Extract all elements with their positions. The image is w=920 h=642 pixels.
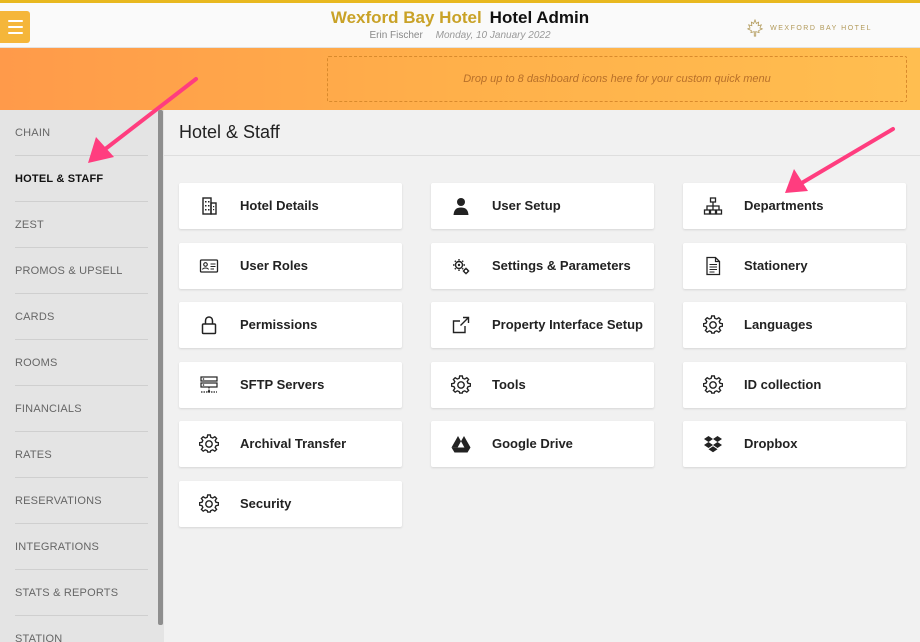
google-drive-icon — [451, 434, 471, 454]
tile-languages[interactable]: Languages — [683, 302, 906, 348]
sidebar-item-chain[interactable]: CHAIN — [15, 110, 148, 156]
dropbox-icon — [703, 434, 723, 454]
document-icon — [703, 256, 723, 276]
tile-google-drive[interactable]: Google Drive — [431, 421, 654, 467]
server-icon — [199, 375, 219, 395]
tile-label: Stationery — [744, 258, 808, 273]
org-chart-icon — [703, 196, 723, 216]
tile-user-setup[interactable]: User Setup — [431, 183, 654, 229]
quick-menu-band: Drop up to 8 dashboard icons here for yo… — [0, 48, 920, 110]
tile-label: Archival Transfer — [240, 436, 347, 451]
tile-label: Property Interface Setup — [492, 317, 643, 332]
gear-icon — [451, 375, 471, 395]
quick-menu-dropzone[interactable]: Drop up to 8 dashboard icons here for yo… — [327, 56, 907, 102]
tile-label: User Roles — [240, 258, 308, 273]
gear-icon — [703, 315, 723, 335]
gear-icon — [199, 434, 219, 454]
tile-dropbox[interactable]: Dropbox — [683, 421, 906, 467]
user-icon — [451, 196, 471, 216]
sidebar-item-rooms[interactable]: ROOMS — [15, 340, 148, 386]
sidebar-item-station[interactable]: STATION — [15, 616, 148, 642]
tile-id-collection[interactable]: ID collection — [683, 362, 906, 408]
tile-label: Google Drive — [492, 436, 573, 451]
brand-logo: WEXFORD BAY HOTEL — [746, 19, 872, 37]
sidebar-item-rates[interactable]: RATES — [15, 432, 148, 478]
tile-label: SFTP Servers — [240, 377, 325, 392]
sidebar-item-cards[interactable]: CARDS — [15, 294, 148, 340]
tile-tools[interactable]: Tools — [431, 362, 654, 408]
sidebar-list: CHAIN HOTEL & STAFF ZEST PROMOS & UPSELL CAR… — [0, 110, 164, 642]
tile-label: Dropbox — [744, 436, 798, 451]
tile-label: User Setup — [492, 198, 561, 213]
top-header: Wexford Bay Hotel Hotel Admin Erin Fische… — [0, 0, 920, 48]
tile-security[interactable]: Security — [179, 481, 402, 527]
app-name: Hotel Admin — [489, 8, 590, 27]
user-name: Erin Fischer — [369, 30, 423, 41]
brand-name: WEXFORD BAY HOTEL — [770, 24, 872, 32]
lock-icon — [199, 315, 219, 335]
sidebar-item-hotel-staff[interactable]: HOTEL & STAFF — [15, 156, 148, 202]
page-title: Hotel & Staff — [179, 122, 280, 142]
tile-label: Permissions — [240, 317, 318, 332]
id-card-icon — [199, 256, 219, 276]
current-date: Monday, 10 January 2022 — [435, 30, 551, 41]
gear-icon — [199, 494, 219, 514]
tile-permissions[interactable]: Permissions — [179, 302, 402, 348]
tile-user-roles[interactable]: User Roles — [179, 243, 402, 289]
tile-label: Security — [240, 496, 292, 511]
sidebar-scrollbar[interactable] — [158, 110, 163, 625]
sidebar-item-financials[interactable]: FINANCIALS — [15, 386, 148, 432]
tile-label: Departments — [744, 198, 824, 213]
tile-label: ID collection — [744, 377, 822, 392]
external-link-icon — [451, 315, 471, 335]
main-content: Hotel & Staff Hotel Details User Setup Dep… — [164, 110, 920, 642]
gears-icon — [451, 256, 471, 276]
maple-leaf-icon — [746, 19, 764, 37]
tile-sftp-servers[interactable]: SFTP Servers — [179, 362, 402, 408]
sidebar-item-promos-upsell[interactable]: PROMOS & UPSELL — [15, 248, 148, 294]
building-icon — [199, 196, 219, 216]
gear-icon — [703, 375, 723, 395]
sidebar-item-stats-reports[interactable]: STATS & REPORTS — [15, 570, 148, 616]
hotel-name: Wexford Bay Hotel — [330, 8, 482, 27]
tile-departments[interactable]: Departments — [683, 183, 906, 229]
tile-settings-parameters[interactable]: Settings & Parameters — [431, 243, 654, 289]
tile-hotel-details[interactable]: Hotel Details — [179, 183, 402, 229]
tile-label: Hotel Details — [240, 198, 319, 213]
dropzone-hint: Drop up to 8 dashboard icons here for yo… — [463, 73, 771, 85]
sidebar-item-integrations[interactable]: INTEGRATIONS — [15, 524, 148, 570]
tile-label: Tools — [492, 377, 526, 392]
tile-property-interface-setup[interactable]: Property Interface Setup — [431, 302, 654, 348]
sidebar: CHAIN HOTEL & STAFF ZEST PROMOS & UPSELL CAR… — [0, 110, 164, 642]
tile-archival-transfer[interactable]: Archival Transfer — [179, 421, 402, 467]
tile-stationery[interactable]: Stationery — [683, 243, 906, 289]
sidebar-item-zest[interactable]: ZEST — [15, 202, 148, 248]
sidebar-item-reservations[interactable]: RESERVATIONS — [15, 478, 148, 524]
title-divider — [164, 155, 920, 156]
tile-label: Languages — [744, 317, 813, 332]
tile-label: Settings & Parameters — [492, 258, 631, 273]
